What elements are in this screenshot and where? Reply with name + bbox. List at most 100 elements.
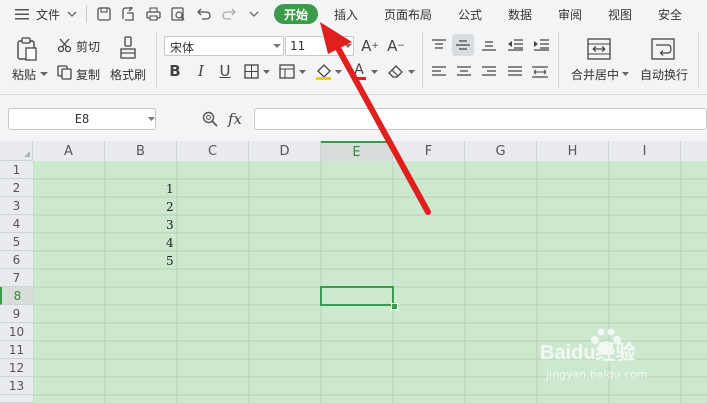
borders-dropdown-icon[interactable] bbox=[262, 68, 270, 76]
format-painter-button[interactable]: 格式刷 bbox=[110, 66, 146, 83]
insert-function-button[interactable]: fx bbox=[228, 110, 242, 128]
tab-security[interactable]: 安全 bbox=[658, 6, 682, 23]
tab-data[interactable]: 数据 bbox=[508, 6, 532, 23]
paste-button[interactable]: 粘贴 bbox=[12, 66, 36, 83]
increase-font-icon[interactable]: A + bbox=[360, 36, 380, 56]
increase-indent-icon[interactable] bbox=[532, 37, 550, 53]
row-header-10[interactable]: 10 bbox=[0, 323, 33, 341]
column-header-b[interactable]: B bbox=[105, 141, 177, 161]
tab-page-layout[interactable]: 页面布局 bbox=[384, 6, 432, 23]
row-header-7[interactable]: 7 bbox=[0, 269, 33, 287]
fill-color-dropdown-icon[interactable] bbox=[334, 68, 342, 76]
hamburger-menu-icon[interactable] bbox=[14, 6, 30, 22]
row-header-partial[interactable] bbox=[0, 395, 33, 403]
cell-b4[interactable]: 3 bbox=[166, 218, 174, 232]
scissors-icon[interactable] bbox=[56, 37, 72, 53]
font-color-icon[interactable]: A bbox=[350, 61, 368, 81]
column-header-f[interactable]: F bbox=[393, 141, 465, 161]
row-header-4[interactable]: 4 bbox=[0, 215, 33, 233]
row-header-6[interactable]: 6 bbox=[0, 251, 33, 269]
align-center-icon[interactable] bbox=[455, 64, 473, 80]
column-header-e[interactable]: E bbox=[321, 141, 393, 161]
paste-icon[interactable] bbox=[14, 36, 40, 62]
font-name-select[interactable]: 宋体 bbox=[164, 36, 284, 56]
column-header-a[interactable]: A bbox=[33, 141, 105, 161]
format-painter-icon[interactable] bbox=[116, 35, 140, 61]
separator bbox=[422, 32, 423, 88]
decrease-font-icon[interactable]: A − bbox=[386, 36, 406, 56]
save-icon[interactable] bbox=[96, 5, 112, 23]
row-header-13[interactable]: 13 bbox=[0, 377, 33, 395]
font-size-select[interactable]: 11 bbox=[285, 36, 354, 56]
redo-icon[interactable] bbox=[221, 5, 237, 23]
justify-icon[interactable] bbox=[506, 64, 524, 80]
paste-dropdown-icon[interactable] bbox=[40, 70, 48, 78]
tab-insert[interactable]: 插入 bbox=[334, 6, 358, 23]
fill-color-icon[interactable] bbox=[314, 61, 332, 81]
chevron-down-icon bbox=[273, 43, 281, 49]
row-header-8[interactable]: 8 bbox=[0, 287, 33, 305]
clear-dropdown-icon[interactable] bbox=[407, 68, 415, 76]
formula-input[interactable] bbox=[254, 108, 707, 130]
quick-access-dropdown-icon[interactable] bbox=[248, 8, 260, 20]
column-header-c[interactable]: C bbox=[177, 141, 249, 161]
chevron-down-icon[interactable] bbox=[66, 8, 78, 20]
cell-style-icon[interactable] bbox=[278, 62, 296, 80]
row-header-12[interactable]: 12 bbox=[0, 359, 33, 377]
print-icon[interactable] bbox=[145, 5, 161, 23]
align-middle-icon[interactable] bbox=[452, 34, 474, 56]
align-bottom-icon[interactable] bbox=[480, 37, 498, 53]
merge-center-icon[interactable] bbox=[586, 37, 612, 61]
borders-icon[interactable] bbox=[242, 62, 260, 80]
watermark-brand: Baidu经验 bbox=[540, 342, 636, 364]
wrap-text-icon[interactable] bbox=[650, 37, 676, 61]
active-cell-e8[interactable] bbox=[320, 286, 394, 306]
copy-icon[interactable] bbox=[56, 64, 72, 80]
font-color-dropdown-icon[interactable] bbox=[370, 68, 378, 76]
merge-center-button[interactable]: 合并居中 bbox=[571, 66, 619, 83]
cell-b3[interactable]: 2 bbox=[166, 200, 174, 214]
row-header-1[interactable]: 1 bbox=[0, 161, 33, 179]
align-right-icon[interactable] bbox=[480, 64, 498, 80]
column-header-i[interactable]: I bbox=[609, 141, 681, 161]
cell-b5[interactable]: 4 bbox=[166, 236, 174, 250]
copy-button[interactable]: 复制 bbox=[76, 66, 100, 83]
underline-icon[interactable]: U bbox=[216, 62, 234, 80]
eraser-icon[interactable] bbox=[387, 62, 405, 80]
column-header-d[interactable]: D bbox=[249, 141, 321, 161]
row-header-11[interactable]: 11 bbox=[0, 341, 33, 359]
tab-review[interactable]: 审阅 bbox=[558, 6, 582, 23]
row-header-3[interactable]: 3 bbox=[0, 197, 33, 215]
cell-style-dropdown-icon[interactable] bbox=[298, 68, 306, 76]
tab-view[interactable]: 视图 bbox=[608, 6, 632, 23]
column-header-h[interactable]: H bbox=[537, 141, 609, 161]
wrap-text-button[interactable]: 自动换行 bbox=[640, 66, 688, 83]
fill-handle[interactable] bbox=[391, 303, 398, 310]
undo-icon[interactable] bbox=[196, 5, 212, 23]
tab-start[interactable]: 开始 bbox=[274, 4, 318, 24]
distributed-align-icon[interactable] bbox=[530, 64, 550, 80]
decrease-indent-icon[interactable] bbox=[506, 37, 524, 53]
cell-b2[interactable]: 1 bbox=[166, 182, 174, 196]
align-top-icon[interactable] bbox=[430, 37, 448, 53]
tab-formulas[interactable]: 公式 bbox=[458, 6, 482, 23]
select-all-corner[interactable] bbox=[0, 141, 33, 161]
bold-icon[interactable]: B bbox=[166, 62, 184, 80]
align-left-icon[interactable] bbox=[430, 64, 448, 80]
cut-button[interactable]: 剪切 bbox=[76, 38, 100, 55]
file-menu[interactable]: 文件 bbox=[36, 6, 60, 23]
row-header-2[interactable]: 2 bbox=[0, 179, 33, 197]
row-header-5[interactable]: 5 bbox=[0, 233, 33, 251]
italic-icon[interactable]: I bbox=[192, 62, 210, 80]
column-header-g[interactable]: G bbox=[465, 141, 537, 161]
column-header-partial[interactable] bbox=[681, 141, 707, 161]
export-icon[interactable] bbox=[120, 5, 136, 23]
chevron-down-icon bbox=[344, 43, 352, 49]
cell-b6[interactable]: 5 bbox=[166, 254, 174, 268]
print-preview-icon[interactable] bbox=[170, 5, 186, 23]
merge-dropdown-icon[interactable] bbox=[621, 70, 629, 78]
row-header-9[interactable]: 9 bbox=[0, 305, 33, 323]
zoom-search-icon[interactable] bbox=[202, 110, 218, 128]
chevron-down-icon[interactable] bbox=[147, 116, 155, 122]
name-box[interactable]: E8 bbox=[8, 108, 156, 130]
